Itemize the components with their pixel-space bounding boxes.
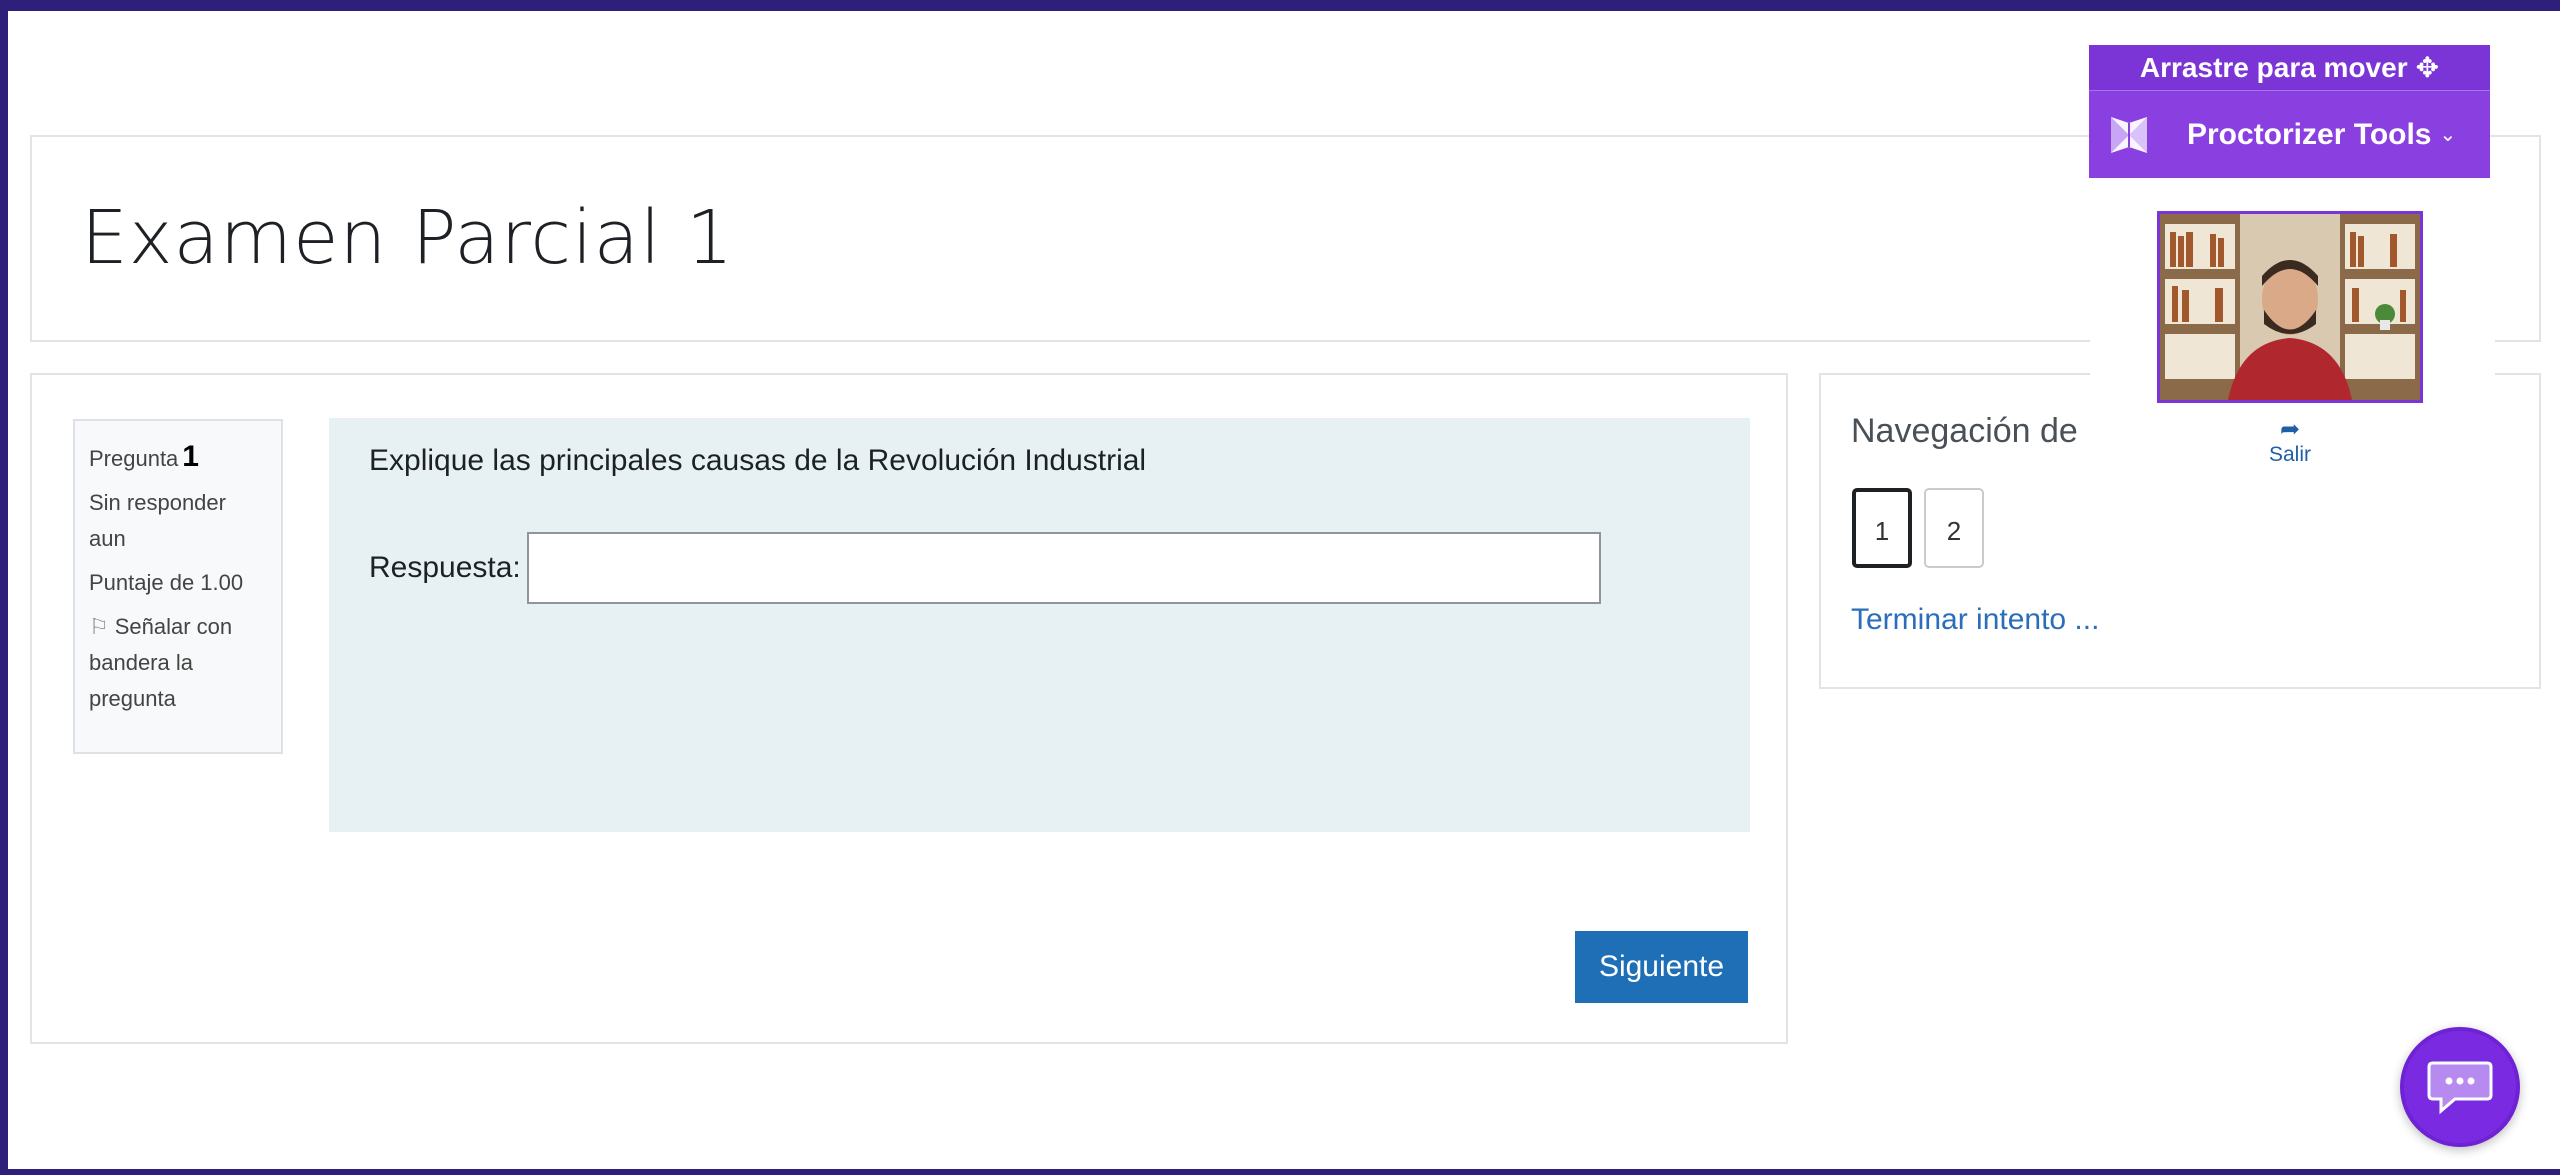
answer-label: Respuesta:	[369, 551, 521, 584]
nav-question-2[interactable]: 2	[1924, 488, 1984, 568]
question-nav-buttons: 1 2	[1852, 488, 1984, 568]
nav-question-1[interactable]: 1	[1852, 488, 1912, 568]
question-status: Sin responder aun	[89, 490, 226, 551]
page-title: Examen Parcial 1	[81, 195, 735, 281]
webcam-preview	[2157, 211, 2423, 403]
proctor-tools-menu[interactable]: Proctorizer Tools ⌄	[2089, 90, 2490, 178]
proctor-tools-label: Proctorizer Tools	[2187, 117, 2432, 151]
question-number: 1	[182, 440, 199, 473]
question-content: Explique las principales causas de la Re…	[329, 418, 1750, 832]
question-card: Pregunta 1 Sin responder aun Puntaje de 1…	[30, 373, 1788, 1044]
flag-question-label: Señalar con bandera la pregunta	[89, 614, 233, 711]
question-text: Explique las principales causas de la Re…	[369, 444, 1147, 477]
proctor-exit-button[interactable]: ➦ Salir	[2250, 417, 2330, 467]
webcam-image	[2160, 214, 2420, 400]
drag-label: Arrastre para mover	[2139, 51, 2408, 83]
chevron-down-icon: ⌄	[2439, 124, 2457, 146]
navigation-title: Navegación de	[1851, 412, 2078, 450]
move-icon: ✥	[2415, 52, 2440, 83]
question-score: Puntaje de 1.00	[89, 570, 244, 595]
proctorizer-logo-icon	[2111, 116, 2147, 153]
proctor-drag-handle[interactable]: Arrastre para mover ✥	[2089, 45, 2490, 90]
chat-button[interactable]	[2400, 1027, 2520, 1147]
question-label: Pregunta	[89, 446, 179, 471]
finish-attempt-link[interactable]: Terminar intento ...	[1851, 603, 2099, 637]
question-number-row: Pregunta 1	[89, 439, 267, 477]
flag-icon: ⚐	[89, 614, 109, 639]
flag-question-link[interactable]: ⚐ Señalar con bandera la pregunta	[89, 609, 267, 717]
next-button[interactable]: Siguiente	[1575, 931, 1748, 1003]
exit-icon: ➦	[2279, 416, 2301, 443]
chat-bubble-icon	[2427, 1061, 2493, 1115]
answer-input[interactable]	[526, 532, 1601, 604]
exit-label: Salir	[2268, 443, 2311, 466]
question-info: Pregunta 1 Sin responder aun Puntaje de 1…	[73, 419, 283, 754]
answer-row: Respuesta:	[369, 532, 1601, 604]
